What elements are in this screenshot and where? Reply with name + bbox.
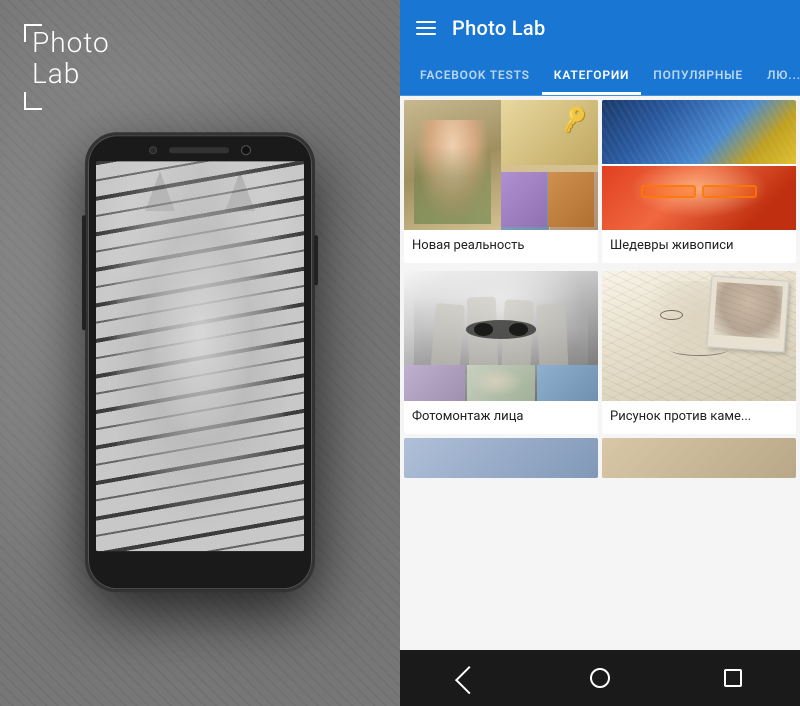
partial-row-spacer <box>400 438 800 478</box>
app-name-line1: Photo <box>32 28 110 59</box>
hamburger-line-2 <box>416 27 436 29</box>
tab-facebook[interactable]: FACEBOOK TESTS <box>408 56 542 95</box>
category-label-sketch: Рисунок против каме... <box>602 401 796 434</box>
phone-speaker <box>169 147 229 153</box>
phone-screen <box>96 161 304 551</box>
bracket-bottom-left <box>24 92 42 110</box>
content-area: 🔑 <box>400 96 800 706</box>
tab-categories[interactable]: КАТЕГОРИИ <box>542 56 642 95</box>
category-card-face-montage[interactable]: Фотомонтаж лица <box>404 271 598 434</box>
category-label-face-montage: Фотомонтаж лица <box>404 401 598 434</box>
back-icon <box>455 666 483 694</box>
hamburger-button[interactable] <box>416 21 436 35</box>
bottom-navigation <box>400 650 800 706</box>
home-icon <box>590 668 610 688</box>
recents-icon <box>724 669 742 687</box>
phone-lens <box>241 145 251 155</box>
photo-strip <box>117 278 283 473</box>
category-thumb-sketch <box>602 271 796 401</box>
left-app-title: Photo Lab <box>32 28 110 90</box>
recents-button[interactable] <box>713 658 753 698</box>
app-bar-title: Photo Lab <box>452 16 546 40</box>
app-name-line2: Lab <box>32 59 110 90</box>
tab-bar: FACEBOOK TESTS КАТЕГОРИИ ПОПУЛЯРНЫЕ ЛЮ..… <box>400 56 800 96</box>
left-panel: Photo Lab <box>0 0 400 706</box>
right-panel: Photo Lab FACEBOOK TESTS КАТЕГОРИИ ПОПУЛ… <box>400 0 800 706</box>
back-button[interactable] <box>447 658 487 698</box>
category-card-sketch[interactable]: Рисунок против каме... <box>602 271 796 434</box>
category-row-1: 🔑 <box>400 96 800 263</box>
phone-mockup <box>85 132 315 592</box>
category-row-2: Фотомонтаж лица <box>400 267 800 434</box>
screen-content <box>96 161 304 551</box>
category-card-new-reality[interactable]: 🔑 <box>404 100 598 263</box>
category-thumb-new-reality: 🔑 <box>404 100 598 230</box>
category-card-masterpieces[interactable]: Шедевры живописи <box>602 100 796 263</box>
phone-top-bar <box>88 135 312 161</box>
phone-body <box>85 132 315 592</box>
category-label-new-reality: Новая реальность <box>404 230 598 263</box>
category-thumb-masterpieces <box>602 100 796 230</box>
tab-popular[interactable]: ПОПУЛЯРНЫЕ <box>641 56 755 95</box>
tab-more[interactable]: ЛЮ... <box>755 56 800 95</box>
category-label-masterpieces: Шедевры живописи <box>602 230 796 263</box>
hamburger-line-1 <box>416 21 436 23</box>
phone-camera <box>149 146 157 154</box>
home-button[interactable] <box>580 658 620 698</box>
hamburger-line-3 <box>416 33 436 35</box>
app-bar: Photo Lab <box>400 0 800 56</box>
category-thumb-face-montage <box>404 271 598 401</box>
